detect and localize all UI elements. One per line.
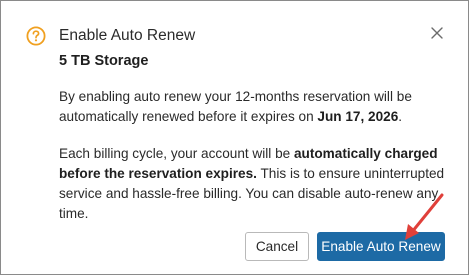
enable-auto-renew-dialog: Enable Auto Renew 5 TB Storage By enabli…: [0, 0, 469, 275]
dialog-subtitle: 5 TB Storage: [59, 53, 149, 69]
question-circle-icon: [26, 26, 46, 46]
billing-description-text: Each billing cycle, your account will be: [59, 146, 294, 161]
close-icon[interactable]: [429, 25, 445, 41]
dialog-title: Enable Auto Renew: [59, 27, 196, 44]
renewal-description: By enabling auto renew your 12-months re…: [59, 87, 459, 127]
billing-description: Each billing cycle, your account will be…: [59, 144, 459, 224]
cancel-button[interactable]: Cancel: [245, 232, 309, 261]
enable-auto-renew-button[interactable]: Enable Auto Renew: [317, 232, 445, 261]
renewal-description-end: .: [398, 109, 403, 124]
expiry-date: Jun 17, 2026: [317, 109, 399, 124]
